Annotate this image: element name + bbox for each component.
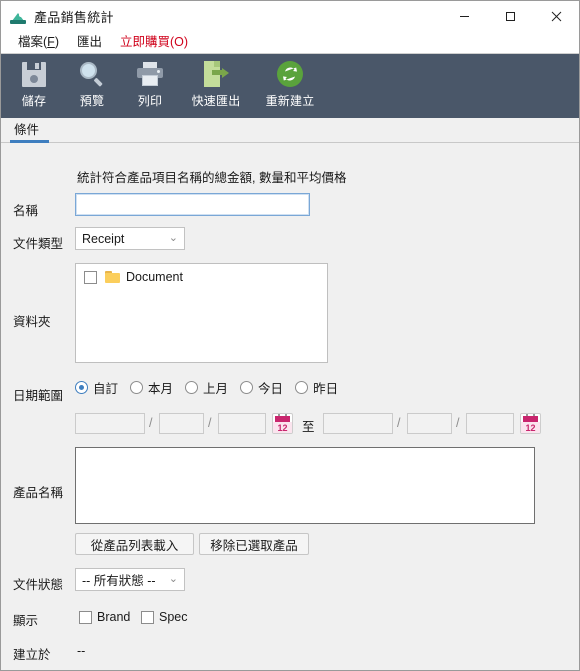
display-checkbox-brand-label: Brand [97, 610, 131, 624]
floppy-disk-icon [19, 59, 49, 89]
product-name-textarea[interactable] [75, 447, 535, 524]
name-input[interactable] [75, 193, 310, 216]
form-hint: 統計符合產品項目名稱的總金額, 數量和平均價格 [77, 171, 347, 185]
refresh-icon [275, 59, 305, 89]
tab-bar: 條件 [1, 118, 579, 143]
menu-item-file[interactable]: 檔案(F) [9, 34, 68, 52]
display-checkbox-spec-label: Spec [159, 610, 188, 624]
radio-last-month[interactable] [185, 381, 199, 394]
doc-type-label: 文件類型 [13, 237, 64, 251]
close-button[interactable] [533, 1, 579, 32]
name-label: 名稱 [13, 204, 39, 218]
toolbar-button-print[interactable]: 列印 [121, 54, 179, 116]
date-range-option-this-month[interactable]: 本月 [130, 378, 173, 397]
date-range-option-yesterday-label: 昨日 [313, 382, 339, 396]
date-range-option-yesterday[interactable]: 昨日 [295, 378, 338, 397]
doc-status-label: 文件狀態 [13, 578, 64, 592]
tree-item-document-label: Document [126, 270, 183, 284]
date-range-option-last-month[interactable]: 上月 [185, 378, 228, 397]
date-to-separator-2: / [456, 416, 460, 430]
load-from-product-list-button-label: 從產品列表載入 [90, 538, 179, 553]
date-range-option-custom-label: 自訂 [93, 382, 119, 396]
minimize-button[interactable] [441, 1, 487, 32]
date-range-label: 日期範圍 [13, 389, 64, 403]
title-bar: 產品銷售統計 [1, 1, 579, 32]
doc-status-select[interactable]: -- 所有狀態 -- ⌄ [75, 568, 185, 591]
tab-conditions[interactable]: 條件 [10, 116, 50, 143]
date-from-month-input[interactable] [159, 413, 204, 434]
date-range-option-today-label: 今日 [258, 382, 284, 396]
date-range-option-this-month-label: 本月 [148, 382, 174, 396]
form-panel: 統計符合產品項目名稱的總金額, 數量和平均價格 名稱 文件類型 Receipt … [1, 144, 579, 670]
folder-icon [105, 271, 120, 283]
display-label: 顯示 [13, 614, 39, 628]
chevron-down-icon: ⌄ [168, 232, 178, 244]
load-from-product-list-button[interactable]: 從產品列表載入 [75, 533, 194, 555]
date-to-month-input[interactable] [407, 413, 452, 434]
date-from-separator-2: / [208, 416, 212, 430]
brand-checkbox[interactable] [79, 610, 92, 624]
calendar-icon-to[interactable]: 12 [520, 413, 541, 434]
toolbar-button-print-label: 列印 [137, 94, 163, 108]
date-to-day-input[interactable] [466, 413, 514, 434]
calendar-icon-from[interactable]: 12 [272, 413, 293, 434]
menu-item-buy-now-label: 立即購買(O) [120, 34, 189, 49]
maximize-button[interactable] [487, 1, 533, 32]
toolbar-button-preview-label: 預覽 [79, 94, 105, 108]
menu-item-buy-now[interactable]: 立即購買(O) [111, 34, 197, 52]
date-from-year-input[interactable] [75, 413, 145, 434]
date-range-radio-group: 自訂 本月 上月 今日 昨日 [75, 378, 350, 397]
spec-checkbox[interactable] [141, 610, 154, 624]
folder-tree[interactable]: Document [75, 263, 328, 363]
date-range-option-today[interactable]: 今日 [240, 378, 283, 397]
chevron-down-icon: ⌄ [168, 573, 178, 585]
magnifier-icon [77, 59, 107, 89]
date-range-option-custom[interactable]: 自訂 [75, 378, 118, 397]
tree-item-document[interactable]: Document [76, 264, 327, 284]
doc-status-value: -- 所有狀態 -- [82, 574, 156, 588]
document-export-icon [201, 59, 231, 89]
display-checkbox-brand[interactable]: Brand [79, 610, 130, 624]
toolbar-button-rebuild-label: 重新建立 [265, 94, 315, 108]
toolbar-button-quick-export[interactable]: 快速匯出 [179, 54, 253, 116]
toolbar-button-preview[interactable]: 預覽 [63, 54, 121, 116]
doc-type-value: Receipt [82, 231, 125, 246]
window-title: 產品銷售統計 [34, 10, 114, 25]
radio-this-month[interactable] [130, 381, 144, 394]
radio-yesterday[interactable] [295, 381, 309, 394]
application-window: 產品銷售統計 檔案(F) 匯出 立即購買(O) 儲存 預覽 列印 快速匯出 重新… [0, 0, 580, 671]
created-on-label: 建立於 [13, 648, 51, 662]
toolbar-button-quick-export-label: 快速匯出 [191, 94, 241, 108]
menu-item-export-label: 匯出 [76, 34, 102, 49]
toolbar-button-save-label: 儲存 [21, 94, 47, 108]
remove-selected-products-button-label: 移除已選取產品 [210, 538, 298, 553]
date-to-year-input[interactable] [323, 413, 393, 434]
date-range-option-last-month-label: 上月 [203, 382, 229, 396]
menu-item-export[interactable]: 匯出 [68, 34, 111, 52]
product-name-label: 產品名稱 [13, 486, 64, 500]
folder-checkbox[interactable] [84, 270, 97, 284]
display-checkbox-spec[interactable]: Spec [141, 610, 188, 624]
doc-type-select[interactable]: Receipt ⌄ [75, 227, 185, 250]
window-controls [441, 1, 579, 32]
tab-conditions-label: 條件 [14, 123, 40, 137]
date-from-separator-1: / [149, 416, 153, 430]
toolbar-button-save[interactable]: 儲存 [5, 54, 63, 116]
calendar-icon-from-day: 12 [273, 422, 292, 433]
radio-custom[interactable] [75, 381, 88, 394]
printer-icon [135, 59, 165, 89]
toolbar: 儲存 預覽 列印 快速匯出 重新建立 [1, 54, 579, 118]
folder-label: 資料夾 [13, 315, 51, 329]
date-to-label: 至 [302, 420, 315, 434]
date-to-separator-1: / [397, 416, 401, 430]
scanner-icon [10, 9, 26, 25]
date-from-day-input[interactable] [218, 413, 266, 434]
toolbar-button-rebuild[interactable]: 重新建立 [253, 54, 327, 116]
radio-today[interactable] [240, 381, 254, 394]
menu-item-file-label: 檔案(F) [18, 34, 59, 49]
menu-bar: 檔案(F) 匯出 立即購買(O) [1, 32, 579, 54]
calendar-icon-to-day: 12 [521, 422, 540, 433]
remove-selected-products-button[interactable]: 移除已選取產品 [199, 533, 309, 555]
created-on-value: -- [77, 644, 86, 658]
